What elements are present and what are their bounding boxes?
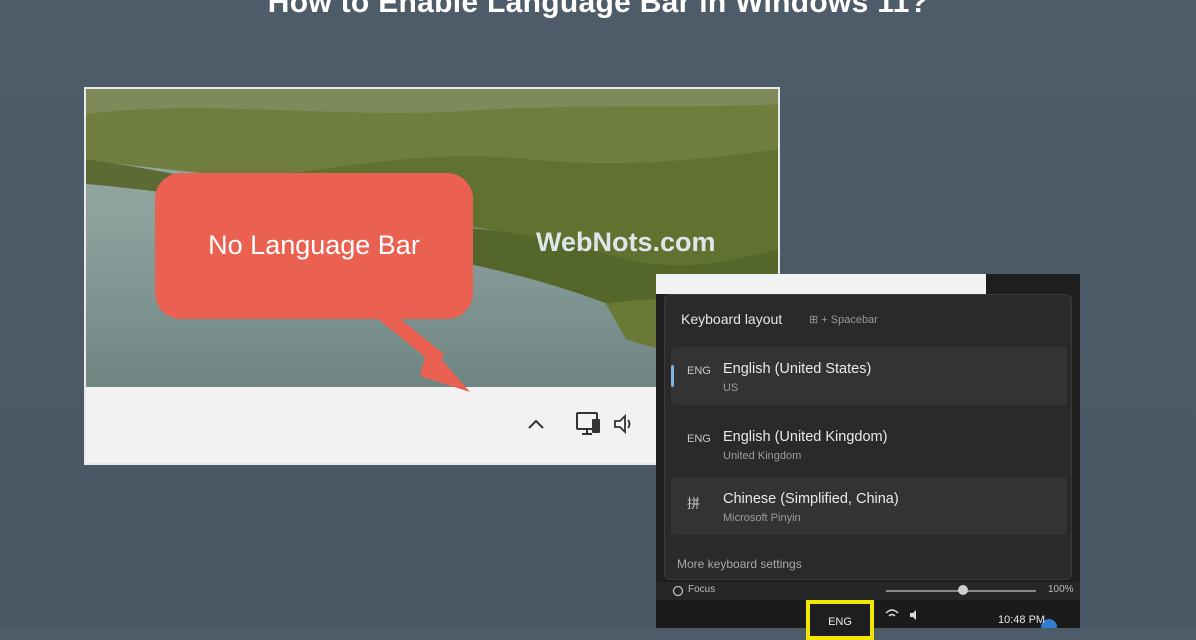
language-code: 拼 — [687, 496, 701, 511]
language-layout: US — [723, 382, 739, 394]
language-layout: Microsoft Pinyin — [723, 512, 801, 524]
language-layout: United Kingdom — [723, 450, 802, 462]
no-language-bar-callout: No Language Bar — [155, 173, 473, 319]
chevron-up-icon[interactable] — [526, 417, 546, 431]
display-network-icon[interactable] — [574, 409, 604, 439]
language-indicator-highlight[interactable]: ENG — [806, 600, 874, 640]
focus-icon[interactable] — [672, 585, 684, 597]
language-code: ENG — [687, 365, 711, 377]
watermark-text: WebNots.com — [536, 227, 716, 257]
volume-slider-thumb[interactable] — [958, 585, 968, 595]
page-title: How to Enable Language Bar in Windows 11… — [267, 0, 929, 19]
top-strip — [656, 274, 986, 294]
flyout-title: Keyboard layout — [681, 311, 783, 327]
volume-icon[interactable] — [908, 608, 924, 622]
callout-text: No Language Bar — [208, 230, 420, 260]
language-indicator-text: ENG — [828, 616, 852, 628]
language-item-en-gb[interactable]: ENG English (United Kingdom) United King… — [671, 415, 1067, 473]
callout-arrow-icon — [373, 304, 470, 392]
volume-slider[interactable] — [886, 585, 1036, 595]
language-item-en-us[interactable]: ENG English (United States) US — [671, 347, 1067, 405]
flyout-shortcut-hint: ⊞ + Spacebar — [809, 314, 878, 326]
keyboard-layout-flyout: Keyboard layout ⊞ + Spacebar ENG English… — [664, 294, 1072, 580]
focus-label: Focus — [688, 584, 716, 595]
volume-percent: 100% — [1048, 584, 1074, 595]
quick-settings-strip: Focus 100% — [656, 582, 1080, 600]
selected-indicator — [671, 365, 674, 387]
speaker-icon[interactable] — [612, 413, 636, 435]
wifi-icon[interactable] — [884, 608, 900, 622]
more-keyboard-settings-link[interactable]: More keyboard settings — [677, 557, 802, 571]
language-code: ENG — [687, 433, 711, 445]
taskbar-clock[interactable]: 10:48 PM — [998, 614, 1045, 626]
language-name: Chinese (Simplified, China) — [723, 491, 899, 507]
language-name: English (United States) — [723, 361, 872, 377]
language-item-zh-cn[interactable]: 拼 Chinese (Simplified, China) Microsoft … — [671, 477, 1067, 535]
keyboard-layout-screenshot: Keyboard layout ⊞ + Spacebar ENG English… — [656, 274, 1080, 628]
language-name: English (United Kingdom) — [723, 429, 888, 445]
